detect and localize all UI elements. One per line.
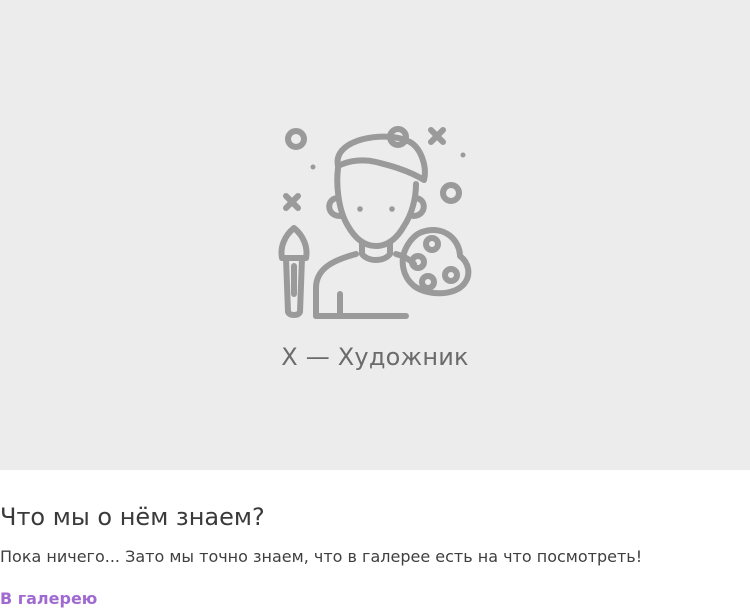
gallery-link[interactable]: В галерею [0, 588, 97, 610]
artist-name-caption: X — Художник [281, 343, 469, 371]
section-description: Пока ничего... Зато мы точно знаем, что … [0, 547, 643, 566]
artist-info-section: Что мы о нём знаем? Пока ничего... Зато … [0, 470, 750, 610]
section-title: Что мы о нём знаем? [0, 503, 265, 531]
artist-illustration-icon [278, 126, 472, 319]
artist-hero-banner: X — Художник [0, 0, 750, 470]
